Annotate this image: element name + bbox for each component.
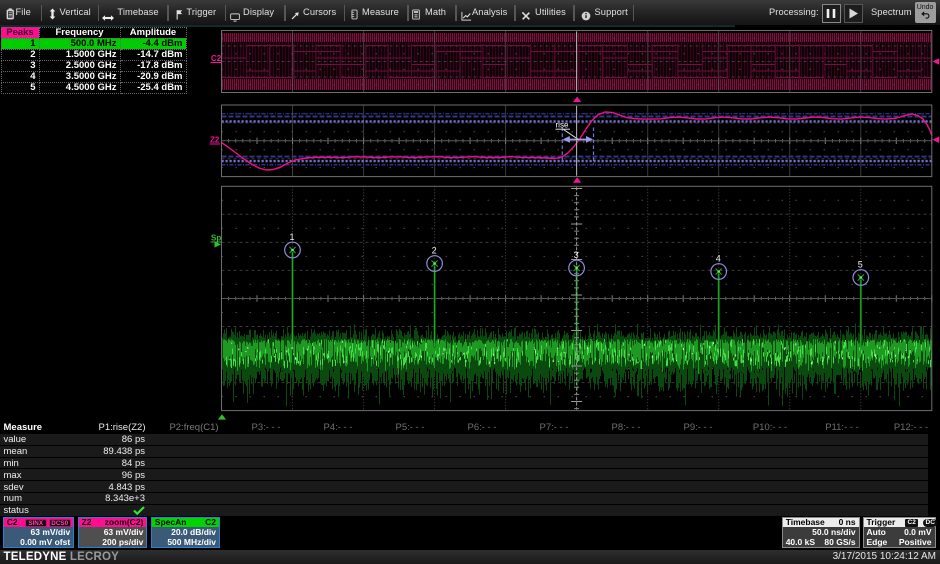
svg-text:3: 3	[574, 250, 579, 260]
svg-text:rise: rise	[556, 121, 569, 130]
svg-text:Sp: Sp	[211, 234, 221, 243]
svg-text:5: 5	[858, 260, 863, 270]
svg-text:4: 4	[716, 254, 721, 264]
svg-text:1: 1	[290, 232, 295, 242]
svg-text:C2: C2	[211, 54, 222, 63]
svg-text:2: 2	[432, 246, 437, 256]
svg-text:Z2: Z2	[210, 136, 220, 145]
